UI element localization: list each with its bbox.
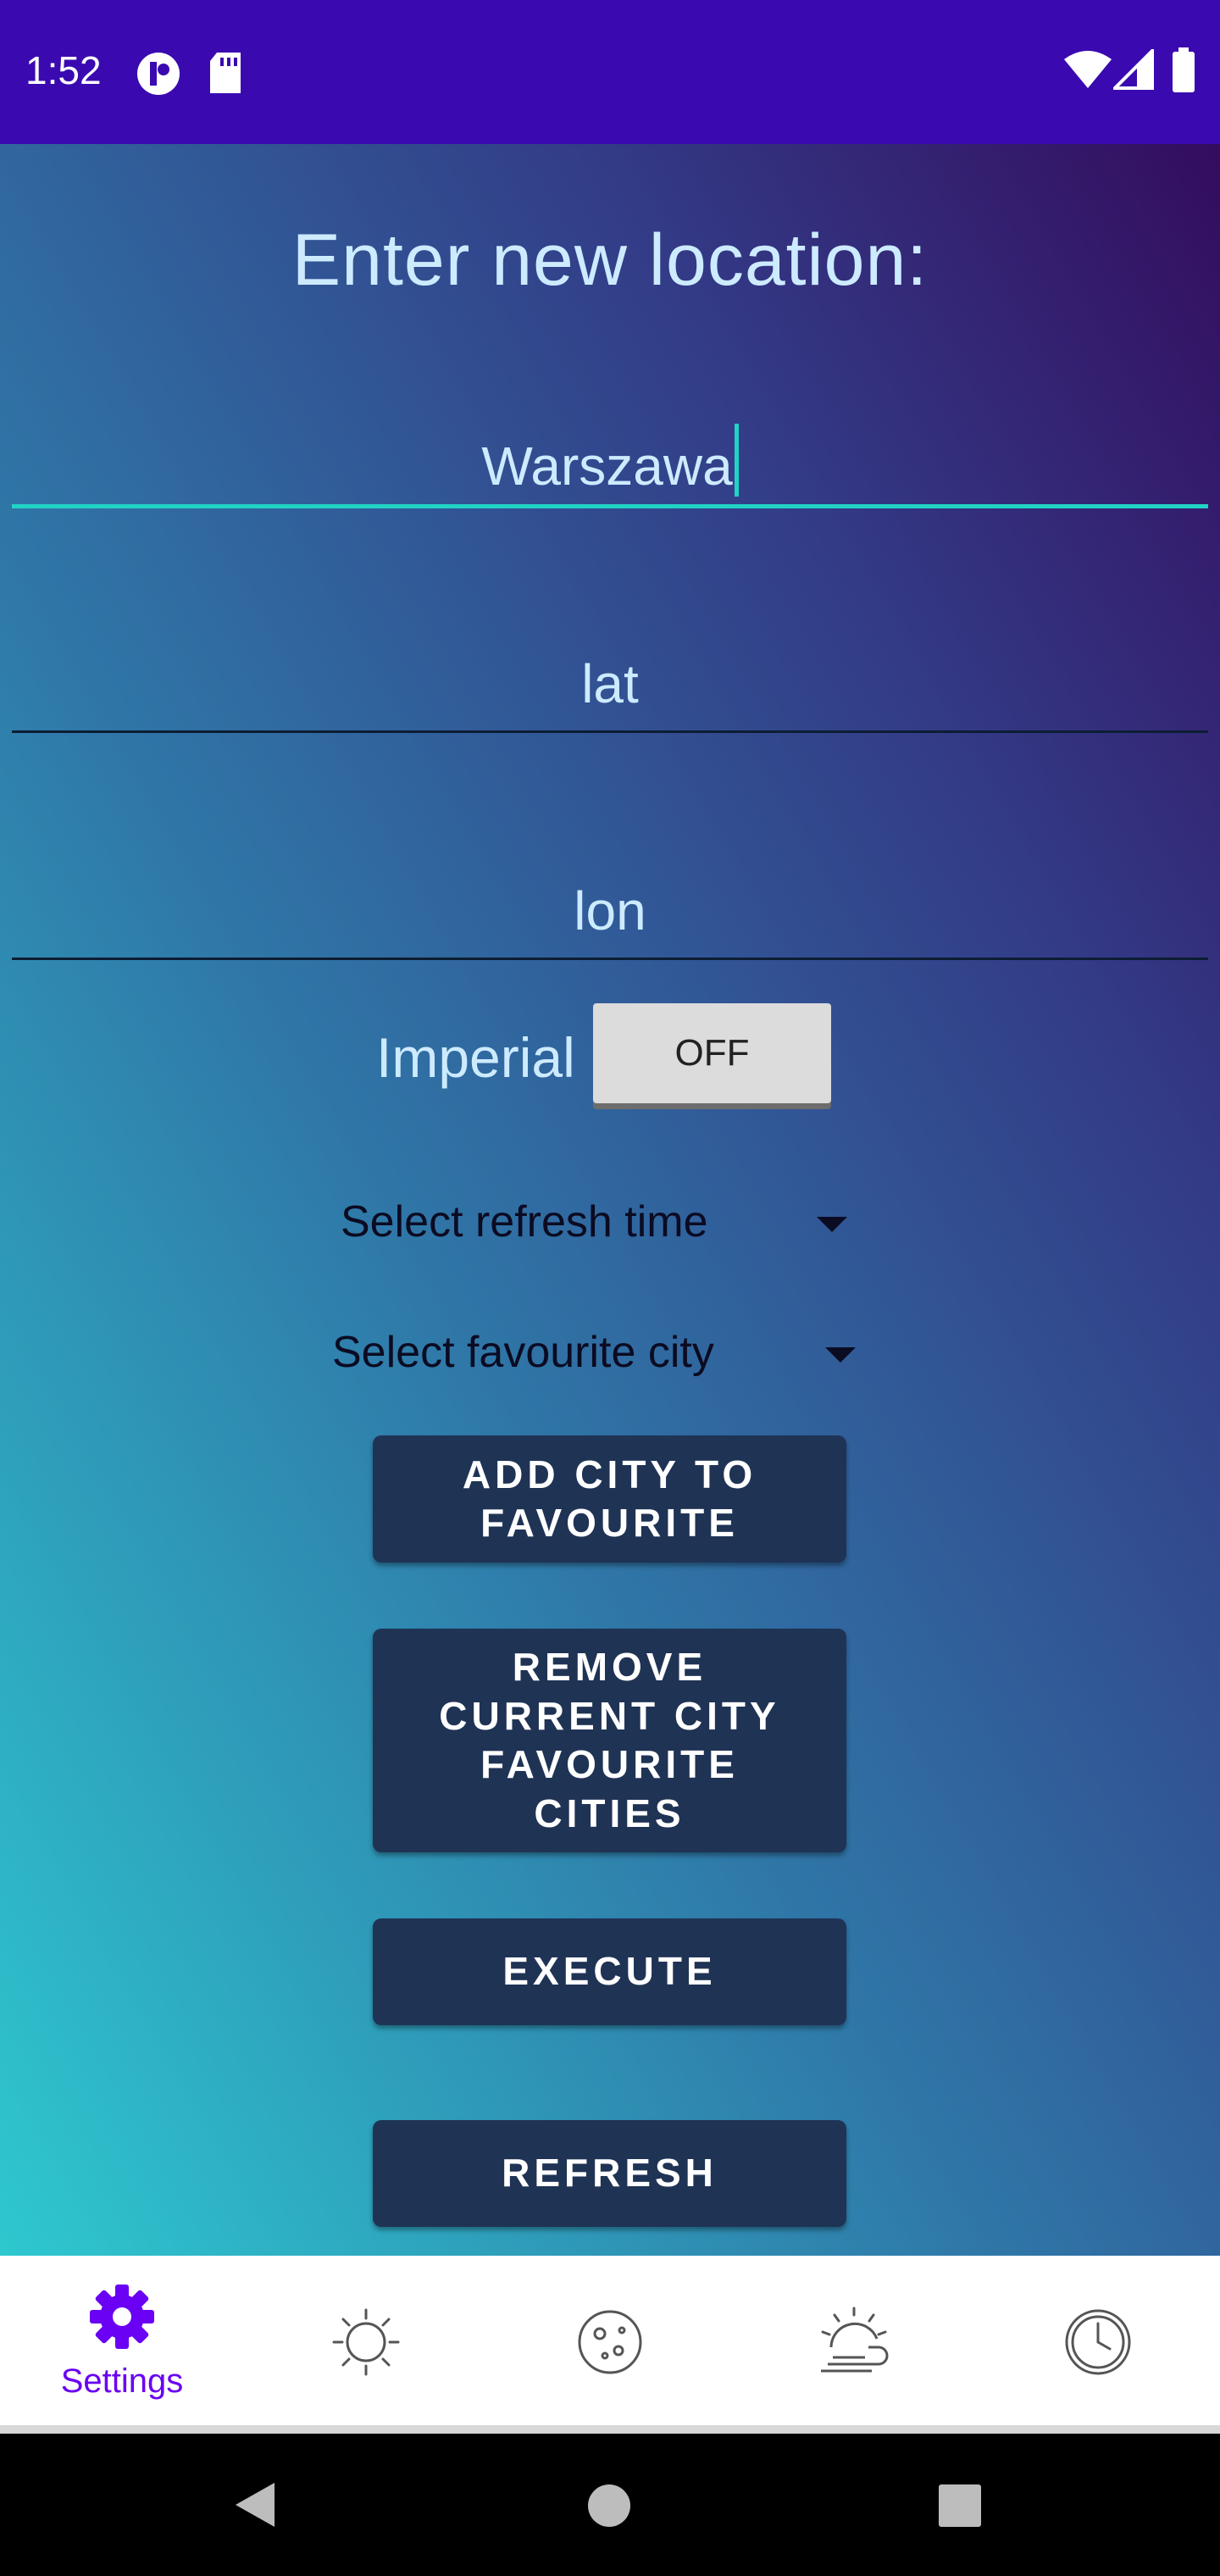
nav-label-settings: Settings <box>60 2362 184 2400</box>
execute-button[interactable]: EXECUTE <box>373 1918 846 2025</box>
bottom-navigation: Settings <box>0 2256 1220 2425</box>
nav-item-moon[interactable] <box>488 2256 732 2425</box>
refresh-time-select-label: Select refresh time <box>341 1197 708 1246</box>
imperial-toggle[interactable]: OFF <box>593 1003 831 1103</box>
recents-icon[interactable] <box>937 2483 983 2533</box>
system-navigation-bar <box>0 2434 1220 2576</box>
city-input-underline <box>12 504 1208 508</box>
imperial-label: Imperial <box>376 1026 575 1089</box>
page-title: Enter new location: <box>291 219 929 301</box>
nav-item-settings[interactable]: Settings <box>0 2256 244 2425</box>
nav-divider <box>0 2425 1220 2434</box>
city-input-value: Warszawa <box>481 436 733 497</box>
refresh-button[interactable]: REFRESH <box>373 2120 846 2227</box>
settings-screen: Enter new location: Warszawa lat lon Imp… <box>0 144 1220 2256</box>
nav-item-sun[interactable] <box>244 2256 488 2425</box>
lon-input[interactable]: lon <box>12 880 1208 942</box>
sd-card-icon <box>207 51 244 99</box>
battery-icon <box>1171 47 1196 97</box>
back-icon[interactable] <box>230 2479 278 2534</box>
chevron-down-icon <box>817 1217 847 1232</box>
remove-favourite-city-button[interactable]: REMOVE CURRENT CITY FAVOURITE CITIES <box>373 1629 846 1852</box>
favourite-city-select-label: Select favourite city <box>332 1328 714 1377</box>
home-icon[interactable] <box>586 2483 632 2533</box>
nav-item-clock[interactable] <box>976 2256 1220 2425</box>
signal-icon <box>1111 47 1154 94</box>
chevron-down-icon <box>825 1347 856 1363</box>
notification-app-icon <box>136 51 181 101</box>
moon-icon <box>574 2307 646 2382</box>
wifi-icon <box>1062 49 1113 94</box>
gear-icon <box>88 2283 156 2355</box>
status-bar: 1:52 <box>0 0 1220 144</box>
lat-input[interactable]: lat <box>12 652 1208 715</box>
text-cursor <box>734 424 739 497</box>
sun-icon <box>330 2307 402 2382</box>
clock-icon <box>1062 2307 1134 2382</box>
add-city-to-favourite-button[interactable]: ADD CITY TO FAVOURITE <box>373 1435 846 1563</box>
nav-item-weather[interactable] <box>732 2256 976 2425</box>
status-time: 1:52 <box>25 48 102 92</box>
lon-input-underline <box>12 958 1208 960</box>
lon-placeholder: lon <box>574 880 646 941</box>
lat-placeholder: lat <box>581 653 639 714</box>
city-input[interactable]: Warszawa <box>12 424 1208 497</box>
lat-input-underline <box>12 730 1208 733</box>
weather-icon <box>816 2305 892 2380</box>
